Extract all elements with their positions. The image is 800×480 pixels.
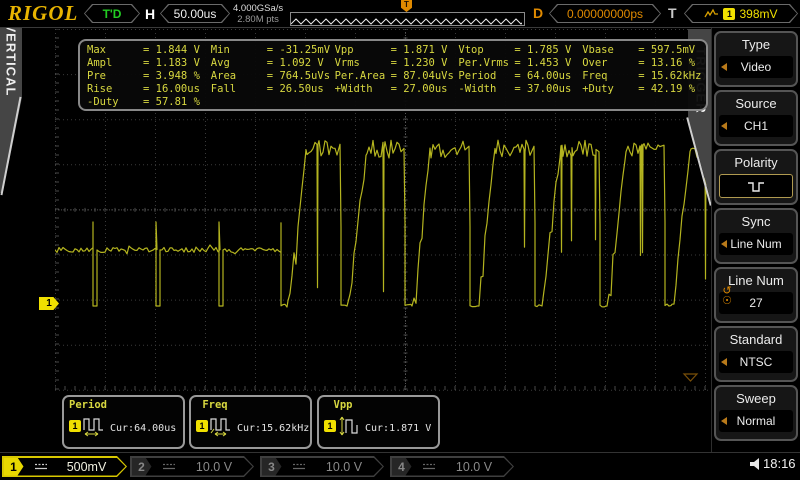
measure-pervrms: Per.Vrms = 1.453 V	[458, 57, 572, 69]
coupling-dc-icon	[422, 462, 436, 471]
chevron-left-icon	[721, 240, 727, 248]
measure-max: Max = 1.844 V	[87, 44, 200, 56]
delay-label: D	[533, 5, 544, 21]
menu-button-sync[interactable]: Sync Line Num	[714, 208, 798, 264]
vertical-banner-label: VERTICAL	[3, 23, 19, 97]
measure-vbase: Vbase = 597.5mV	[582, 44, 696, 56]
channel-status-bar: 1 500mV 2 10.0 V 3 10.0 V 4 10.0 V	[0, 452, 800, 480]
menu-button-source[interactable]: Source CH1	[714, 90, 798, 146]
stat-box-freq: Freq 1 Cur:15.62kHz Avg:15.87kHz Min:15.…	[189, 395, 312, 470]
negative-polarity-icon	[748, 181, 764, 192]
horizontal-label: H	[145, 6, 156, 22]
measure-pduty: +Duty = 42.19 %	[582, 83, 696, 95]
measure-nduty: -Duty = 57.81 %	[87, 96, 200, 108]
channel-badge: 1	[69, 420, 81, 432]
channel-badge: 1	[196, 420, 208, 432]
memory-waveform-icon	[290, 18, 532, 25]
measure-vpp: Vpp = 1.871 V	[334, 44, 448, 56]
speaker-icon	[750, 457, 759, 470]
measure-period: Period = 64.00us	[458, 70, 572, 82]
trigger-status-indicator: T'D	[84, 4, 140, 23]
menu-button-line-num[interactable]: Line Num ↺ ☉ 27	[714, 267, 798, 323]
measure-pwidth: +Width = 27.00us	[334, 83, 448, 95]
chevron-left-icon	[721, 63, 727, 71]
period-icon	[83, 418, 103, 437]
measure-pre: Pre = 3.948 %	[87, 70, 200, 82]
top-status-bar: RIGOL T'D H 50.00us 4.000GSa/s 2.80M pts…	[0, 0, 800, 28]
coupling-dc-icon	[292, 462, 306, 471]
clock: 18:16	[750, 456, 796, 471]
channel-3-indicator[interactable]: 3 10.0 V	[260, 456, 384, 477]
timebase-indicator: 50.00us	[160, 4, 230, 23]
chevron-left-icon	[721, 358, 727, 366]
freq-icon	[210, 418, 230, 437]
coupling-dc-icon	[162, 462, 176, 471]
channel-1-indicator[interactable]: 1 500mV	[2, 456, 127, 477]
stat-box-vpp: Vpp 1 Cur:1.871 V Avg:1.870 V Min:1.856 …	[317, 395, 440, 470]
measure-avg: Avg = 1.092 V	[210, 57, 324, 69]
measurement-panel: Max = 1.844 V Min = -31.25mV Vpp = 1.871 V …	[78, 39, 708, 111]
rigol-logo: RIGOL	[8, 1, 79, 25]
memory-position-bar	[290, 12, 532, 26]
measure-vrms: Vrms = 1.230 V	[334, 57, 448, 69]
trigger-level-value: 398mV	[739, 6, 778, 21]
menu-button-polarity[interactable]: Polarity	[714, 149, 798, 205]
measure-min: Min = -31.25mV	[210, 44, 331, 56]
trigger-wave-icon	[704, 8, 719, 19]
measure-vtop: Vtop = 1.785 V	[458, 44, 572, 56]
trigger-menu: Type Video Source CH1 Polarity Sync Line…	[711, 28, 800, 452]
channel-4-indicator[interactable]: 4 10.0 V	[390, 456, 514, 477]
stat-box-period: Period 1 Cur:64.00us Avg:63.55us Min:29.…	[62, 395, 185, 470]
channel-2-indicator[interactable]: 2 10.0 V	[130, 456, 254, 477]
trigger-label: T	[668, 5, 677, 21]
measure-over: Over = 13.16 %	[582, 57, 696, 69]
measure-ampl: Ampl = 1.183 V	[87, 57, 200, 69]
measure-perarea: Per.Area = 87.04uVs	[334, 70, 454, 82]
memory-depth: 2.80M pts	[237, 14, 279, 25]
measure-fall: Fall = 26.50us	[210, 83, 324, 95]
menu-button-type[interactable]: Type Video	[714, 31, 798, 87]
delay-indicator: 0.00000000ps	[549, 4, 661, 23]
menu-button-standard[interactable]: Standard NTSC	[714, 326, 798, 382]
measure-rise: Rise = 16.00us	[87, 83, 200, 95]
trigger-position-flag: T	[401, 0, 412, 12]
measure-freq: Freq = 15.62kHz	[582, 70, 702, 82]
chevron-left-icon	[721, 417, 727, 425]
trigger-channel-badge: 1	[723, 8, 735, 20]
rotate-knob-icon: ↺ ☉	[722, 285, 732, 307]
channel-badge: 1	[324, 420, 336, 432]
menu-button-sweep[interactable]: Sweep Normal	[714, 385, 798, 441]
oscilloscope-screen: 1 VERTICAL TRIGGER Max= 1.844 V Min= -31…	[0, 0, 800, 480]
chevron-left-icon	[721, 122, 727, 130]
vpp-icon	[339, 416, 358, 436]
measure-area: Area = 764.5uVs	[210, 70, 331, 82]
sample-rate: 4.000GSa/s	[233, 3, 284, 14]
trigger-level-indicator: 1 398mV	[684, 4, 798, 23]
acquisition-info: 4.000GSa/s 2.80M pts	[233, 3, 283, 25]
coupling-dc-icon	[34, 462, 48, 471]
measure-nwidth: -Width = 37.00us	[458, 83, 572, 95]
